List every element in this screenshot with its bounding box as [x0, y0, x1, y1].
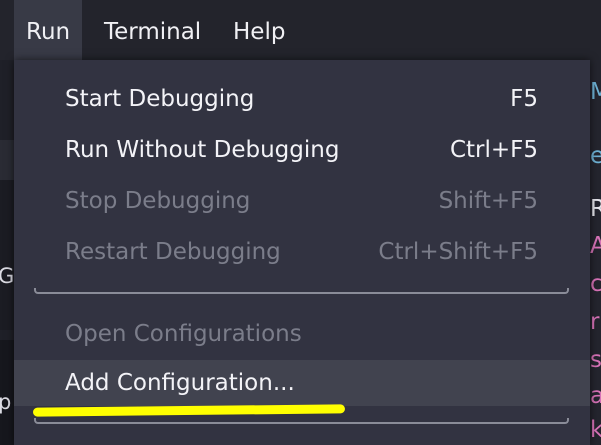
- menu-bar: Run Terminal Help: [0, 0, 601, 60]
- code-fragment: c: [590, 271, 601, 297]
- menu-item-label: Add Configuration...: [65, 370, 295, 396]
- panel-band: [0, 140, 14, 180]
- menu-item-shortcut: Ctrl+F5: [449, 137, 538, 163]
- menu-item-label: Open Configurations: [65, 321, 302, 347]
- code-fragment: e: [590, 143, 601, 169]
- menu-item-shortcut: Shift+F5: [438, 188, 538, 214]
- menu-help[interactable]: Help: [221, 0, 297, 60]
- menu-item-add-configuration[interactable]: Add Configuration...: [14, 360, 590, 406]
- menu-separator: [34, 288, 569, 294]
- code-fragment: s: [590, 347, 601, 373]
- code-fragment: M: [590, 79, 601, 105]
- menu-item-stop-debugging: Stop Debugging Shift+F5: [14, 178, 590, 224]
- menu-item-shortcut: Ctrl+Shift+F5: [378, 239, 538, 265]
- menu-item-open-configurations: Open Configurations: [14, 311, 590, 357]
- code-fragment: a: [590, 383, 601, 409]
- code-fragment: r: [590, 309, 600, 335]
- menu-item-shortcut: F5: [510, 86, 538, 112]
- menu-item-label: Stop Debugging: [65, 188, 251, 214]
- panel-band: [0, 180, 14, 330]
- menu-item-start-debugging[interactable]: Start Debugging F5: [14, 76, 590, 122]
- left-fragment: p: [0, 390, 12, 414]
- menu-item-restart-debugging: Restart Debugging Ctrl+Shift+F5: [14, 229, 590, 275]
- menu-item-label: Restart Debugging: [65, 239, 281, 265]
- menu-item-label: Run Without Debugging: [65, 137, 340, 163]
- code-fragment: A: [590, 233, 601, 259]
- menu-terminal[interactable]: Terminal: [92, 0, 213, 60]
- menu-separator: [34, 418, 569, 424]
- run-menu-dropdown: Start Debugging F5 Run Without Debugging…: [14, 60, 590, 445]
- editor-left-strip: Go p: [0, 60, 27, 445]
- menu-item-run-without-debugging[interactable]: Run Without Debugging Ctrl+F5: [14, 127, 590, 173]
- code-fragment: R: [590, 196, 601, 222]
- menu-item-label: Start Debugging: [65, 86, 255, 112]
- menu-run[interactable]: Run: [14, 0, 83, 60]
- code-fragment: k: [590, 417, 601, 443]
